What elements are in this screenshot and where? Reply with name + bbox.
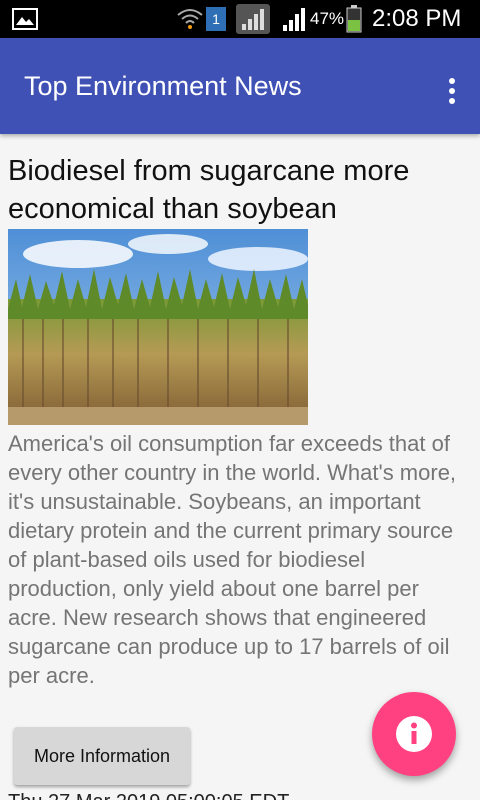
article-headline: Biodiesel from sugarcane more economical… [8,155,410,225]
more-information-button[interactable]: More Information [14,727,190,785]
info-fab-button[interactable] [372,692,456,776]
app-title: Top Environment News [24,70,302,101]
clock: 2:08 PM [372,5,462,32]
article-date: Thu 27 Mar 2019 05:00:05 EDT [8,791,289,800]
signal-icon [236,0,270,38]
battery-icon [346,0,362,38]
sim-icon: 1 [206,0,226,38]
battery-percent: 47% [310,9,345,28]
signal-strength-icon [282,0,308,38]
status-bar: 1 47% 2:08 PM [0,0,480,38]
info-icon [396,716,432,752]
app-bar: Top Environment News [0,38,480,134]
article-image [8,229,308,425]
article-body: America's oil consumption far exceeds th… [8,431,457,688]
more-vert-icon[interactable] [442,78,462,108]
wifi-icon [176,0,204,38]
notification-count: 1 [206,7,226,31]
image-icon [12,0,38,38]
